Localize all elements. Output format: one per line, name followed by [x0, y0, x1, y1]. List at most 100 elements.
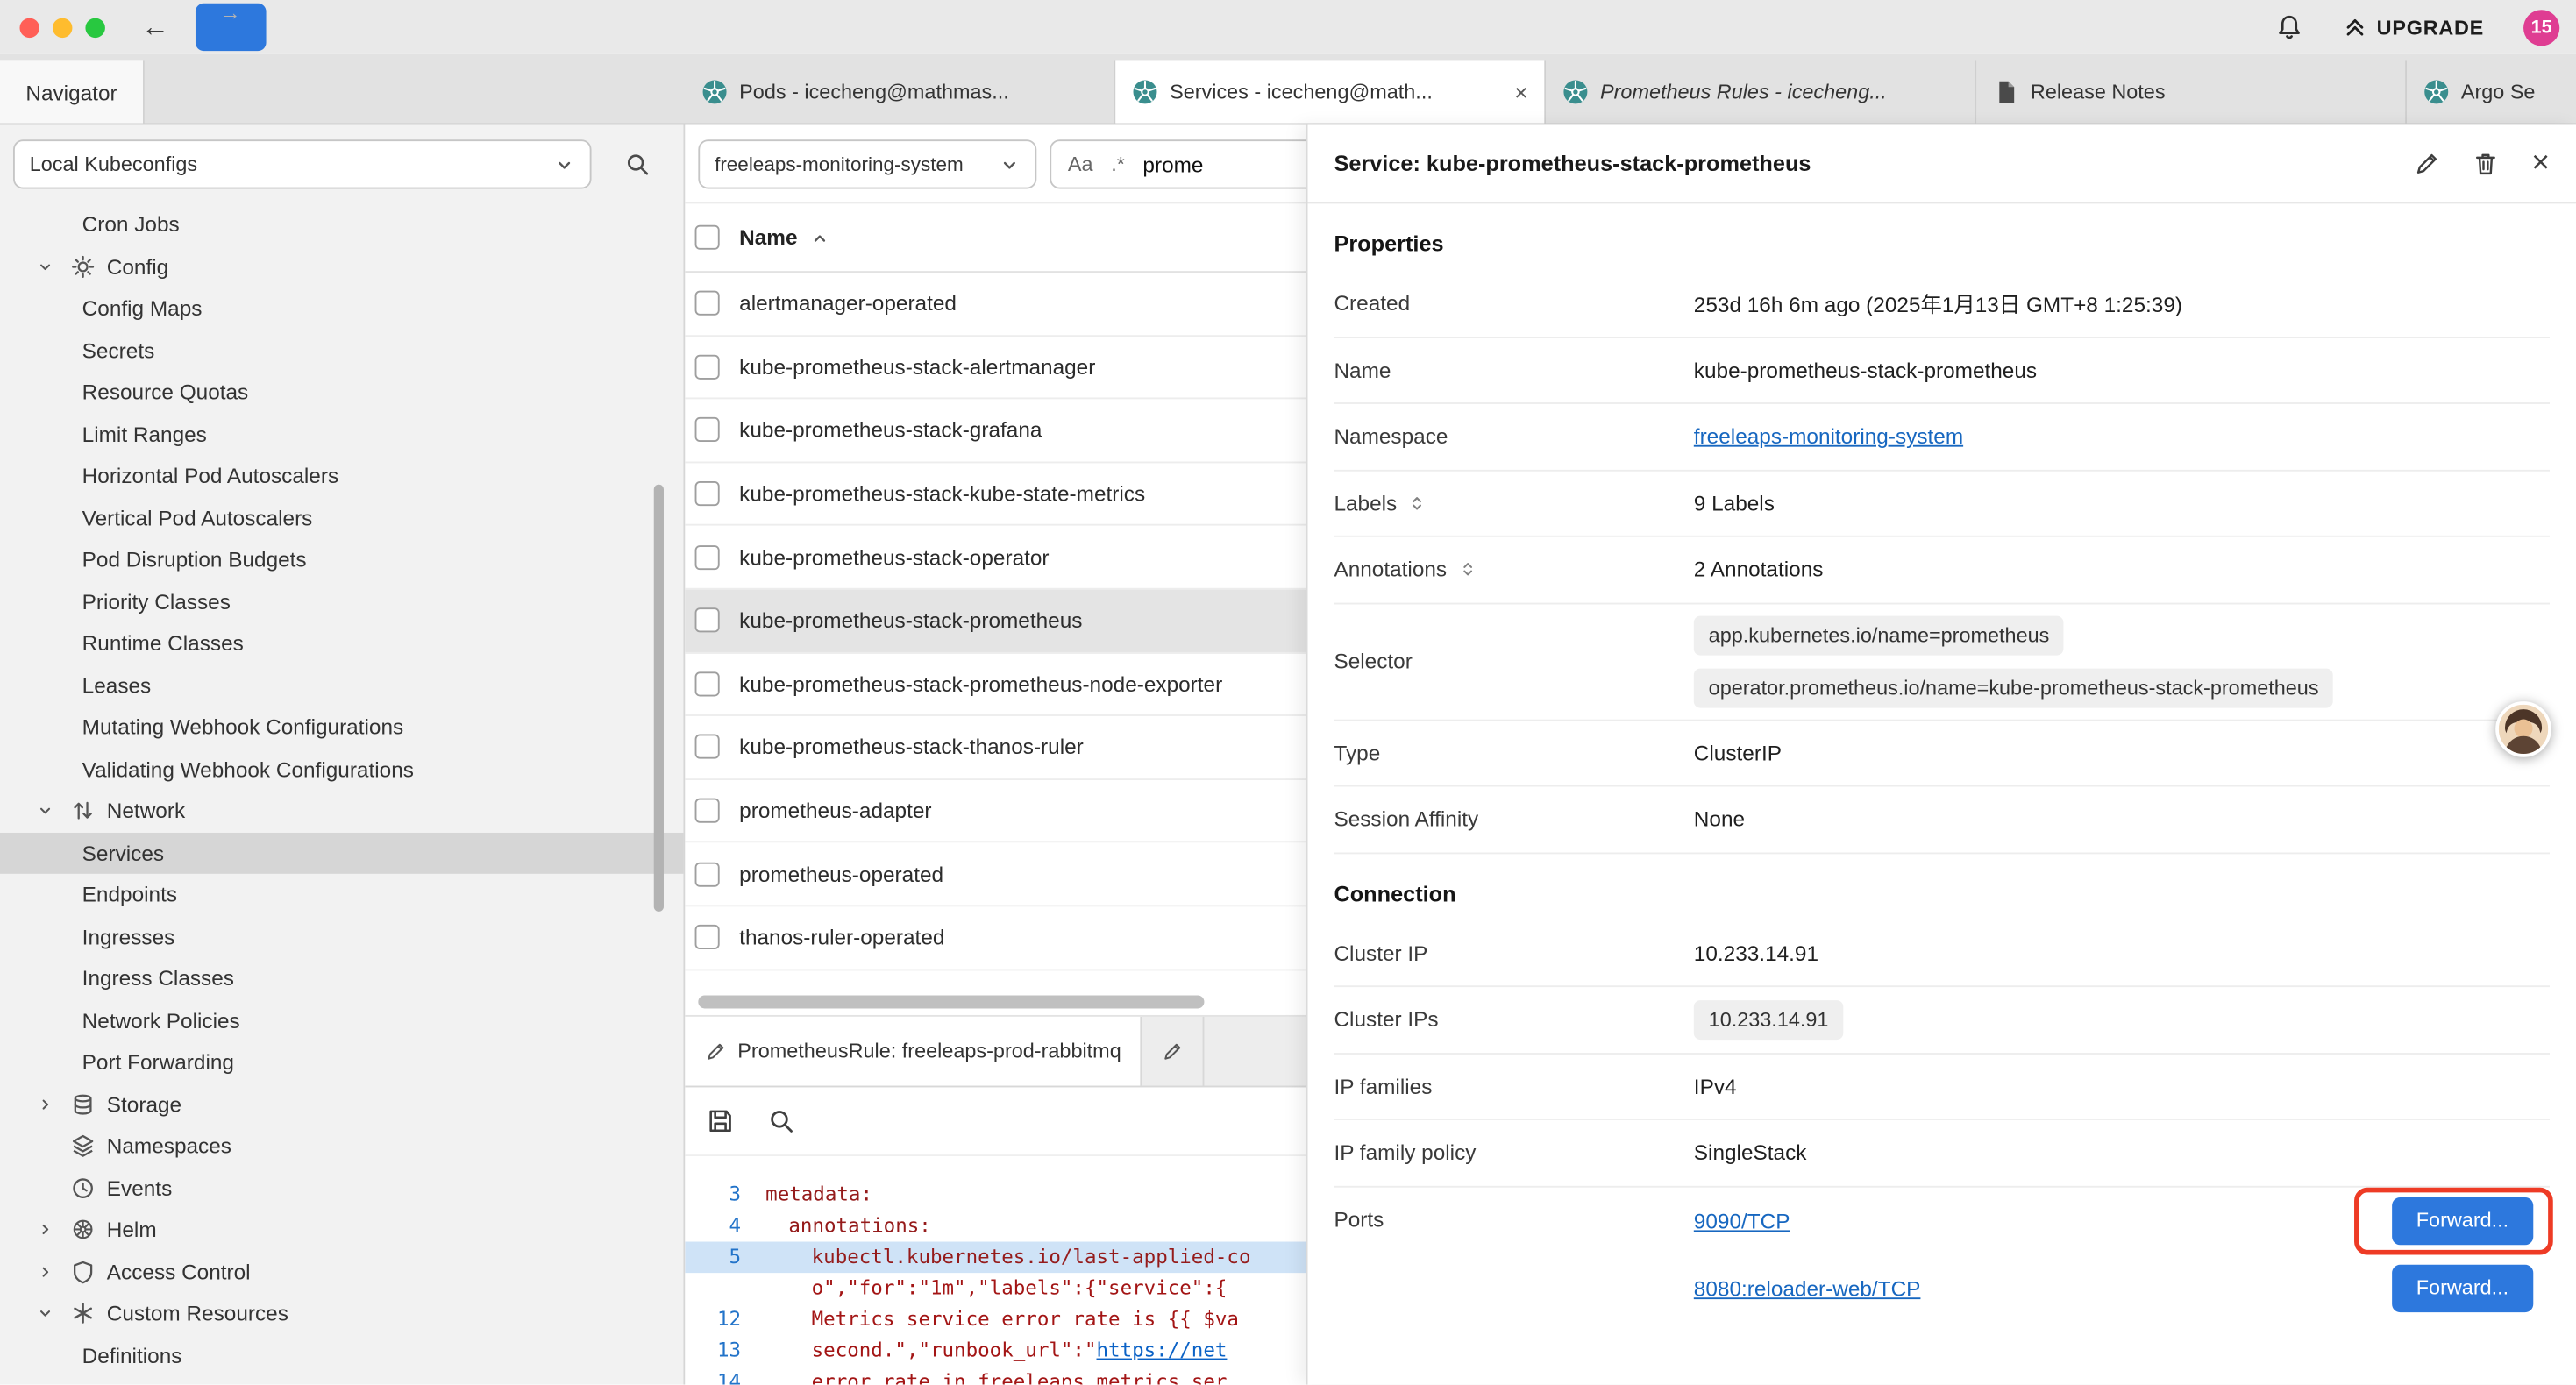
table-row-kube-prometheus-stack-thanos-ruler[interactable]: kube-prometheus-stack-thanos-ruler — [685, 716, 1306, 779]
tab-services-icecheng-math[interactable]: Services - icecheng@math...× — [1115, 60, 1546, 123]
tab-prometheus-rules-icecheng[interactable]: Prometheus Rules - icecheng... — [1546, 60, 1976, 123]
row-checkbox[interactable] — [695, 799, 720, 823]
sidebar-item-pod-disruption-budgets[interactable]: Pod Disruption Budgets — [0, 539, 683, 581]
sidebar-item-validating-webhook-configurations[interactable]: Validating Webhook Configurations — [0, 748, 683, 790]
back-button[interactable]: ← — [141, 13, 169, 41]
editor-line[interactable]: 13second.","runbook_url":"https://net — [685, 1335, 1306, 1367]
sidebar-item-vertical-pod-autoscalers[interactable]: Vertical Pod Autoscalers — [0, 497, 683, 539]
editor-tab-next[interactable] — [1142, 1017, 1205, 1086]
port-link[interactable]: 8080:reloader-web/TCP — [1694, 1275, 1921, 1300]
field-label[interactable]: Labels — [1334, 491, 1693, 515]
kubeconfig-selector[interactable]: Local Kubeconfigs — [13, 139, 592, 188]
editor-line[interactable]: 3metadata: — [685, 1179, 1306, 1211]
sidebar-item-namespaces[interactable]: Namespaces — [0, 1125, 683, 1167]
minimize-window-button[interactable] — [53, 18, 72, 37]
table-row-prometheus-operated[interactable]: prometheus-operated — [685, 843, 1306, 906]
row-checkbox[interactable] — [695, 862, 720, 886]
match-case-toggle[interactable]: Aa — [1068, 153, 1093, 175]
sidebar-item-access-control[interactable]: Access Control — [0, 1251, 683, 1293]
row-checkbox[interactable] — [695, 735, 720, 759]
close-detail-icon[interactable]: × — [2531, 148, 2550, 180]
forward-button[interactable]: → — [196, 4, 266, 51]
forward-button[interactable]: Forward... — [2392, 1197, 2534, 1244]
row-checkbox[interactable] — [695, 544, 720, 569]
editor-tab-prometheusrule[interactable]: PrometheusRule: freeleaps-prod-rabbitmq — [685, 1017, 1142, 1086]
sidebar-item-port-forwarding[interactable]: Port Forwarding — [0, 1041, 683, 1083]
row-checkbox[interactable] — [695, 925, 720, 949]
table-row-alertmanager-operated[interactable]: alertmanager-operated — [685, 273, 1306, 336]
sidebar-item-ingresses[interactable]: Ingresses — [0, 916, 683, 958]
port-link[interactable]: 9090/TCP — [1694, 1208, 1790, 1232]
notifications-bell-icon[interactable] — [2275, 13, 2303, 41]
table-row-thanos-ruler-operated[interactable]: thanos-ruler-operated — [685, 906, 1306, 970]
editor-line[interactable]: 4annotations: — [685, 1211, 1306, 1242]
sidebar-item-custom-resources[interactable]: Custom Resources — [0, 1293, 683, 1335]
sidebar-item-cron-jobs[interactable]: Cron Jobs — [0, 203, 683, 245]
close-tab-icon[interactable]: × — [1514, 79, 1527, 105]
sidebar-item-mutating-webhook-configurations[interactable]: Mutating Webhook Configurations — [0, 707, 683, 749]
notification-count-badge[interactable]: 15 — [2523, 9, 2559, 45]
editor-line[interactable]: 14error rate in freeleaps metrics ser — [685, 1367, 1306, 1385]
row-checkbox[interactable] — [695, 608, 720, 633]
editor-line[interactable]: o","for":"1m","labels":{"service":{ — [685, 1273, 1306, 1304]
row-checkbox[interactable] — [695, 418, 720, 443]
table-row-kube-prometheus-stack-operator[interactable]: kube-prometheus-stack-operator — [685, 526, 1306, 589]
tab-argo-se[interactable]: Argo Se — [2407, 60, 2576, 123]
sidebar-item-config[interactable]: Config — [0, 245, 683, 288]
sidebar-item-helm[interactable]: Helm — [0, 1209, 683, 1251]
sidebar-item-ingress-classes[interactable]: Ingress Classes — [0, 957, 683, 999]
sidebar-item-network[interactable]: Network — [0, 790, 683, 832]
field-label[interactable]: Annotations — [1334, 558, 1693, 582]
horizontal-scrollbar[interactable] — [685, 995, 1306, 1012]
table-row-prometheus-adapter[interactable]: prometheus-adapter — [685, 780, 1306, 843]
editor-search-icon[interactable] — [767, 1107, 795, 1135]
zoom-window-button[interactable] — [85, 18, 104, 37]
yaml-editor[interactable]: 3metadata:4annotations:5kubectl.kubernet… — [685, 1156, 1306, 1384]
sidebar-item-secrets[interactable]: Secrets — [0, 330, 683, 372]
upgrade-button[interactable]: UPGRADE — [2342, 15, 2484, 39]
sidebar-item-storage[interactable]: Storage — [0, 1083, 683, 1126]
table-row-kube-prometheus-stack-prometheus[interactable]: kube-prometheus-stack-prometheus — [685, 590, 1306, 653]
resource-search-input[interactable]: Aa .* prome — [1050, 139, 1306, 188]
sidebar-scrollbar[interactable] — [654, 485, 664, 912]
sidebar-item-events[interactable]: Events — [0, 1167, 683, 1209]
namespace-link[interactable]: freeleaps-monitoring-system — [1694, 424, 1963, 449]
sidebar-item-priority-classes[interactable]: Priority Classes — [0, 580, 683, 622]
sidebar-item-definitions[interactable]: Definitions — [0, 1334, 683, 1376]
delete-icon[interactable] — [2473, 150, 2499, 176]
editor-line[interactable]: 12Metrics service error rate is {{ $va — [685, 1304, 1306, 1336]
name-column-header[interactable]: Name — [739, 225, 797, 250]
sidebar-search-icon[interactable] — [624, 151, 651, 177]
row-checkbox[interactable] — [695, 671, 720, 696]
row-checkbox[interactable] — [695, 291, 720, 316]
namespace-filter[interactable]: freeleaps-monitoring-system — [698, 139, 1036, 188]
sidebar-item-resource-quotas[interactable]: Resource Quotas — [0, 371, 683, 413]
edit-icon[interactable] — [2413, 150, 2439, 176]
close-window-button[interactable] — [19, 18, 39, 37]
table-row-kube-prometheus-stack-grafana[interactable]: kube-prometheus-stack-grafana — [685, 400, 1306, 463]
navigator-panel-tab[interactable]: Navigator — [0, 60, 145, 123]
sidebar-item-runtime-classes[interactable]: Runtime Classes — [0, 622, 683, 664]
forward-button[interactable]: Forward... — [2392, 1264, 2534, 1311]
table-row-kube-prometheus-stack-alertmanager[interactable]: kube-prometheus-stack-alertmanager — [685, 336, 1306, 399]
row-checkbox[interactable] — [695, 481, 720, 506]
sidebar-item-services[interactable]: Services — [0, 832, 683, 874]
sidebar-item-endpoints[interactable]: Endpoints — [0, 874, 683, 916]
tab-release-notes[interactable]: Release Notes — [1976, 60, 2407, 123]
row-checkbox[interactable] — [695, 355, 720, 380]
sidebar-item-limit-ranges[interactable]: Limit Ranges — [0, 413, 683, 455]
sidebar-item-horizontal-pod-autoscalers[interactable]: Horizontal Pod Autoscalers — [0, 455, 683, 497]
code-text: o","for":"1m","labels":{"service":{ — [765, 1273, 1227, 1304]
regex-toggle[interactable]: .* — [1111, 153, 1125, 175]
editor-line[interactable]: 5kubectl.kubernetes.io/last-applied-co — [685, 1242, 1306, 1274]
sidebar-item-config-maps[interactable]: Config Maps — [0, 288, 683, 330]
assistant-avatar[interactable] — [2495, 701, 2551, 757]
select-all-checkbox[interactable] — [695, 225, 720, 250]
table-row-kube-prometheus-stack-kube-state-metrics[interactable]: kube-prometheus-stack-kube-state-metrics — [685, 463, 1306, 526]
table-row-kube-prometheus-stack-prometheus-node-exporter[interactable]: kube-prometheus-stack-prometheus-node-ex… — [685, 653, 1306, 716]
save-icon[interactable] — [707, 1107, 735, 1135]
sidebar-item-leases[interactable]: Leases — [0, 664, 683, 707]
tab-pods-icecheng-mathmas[interactable]: Pods - icecheng@mathmas... — [685, 60, 1115, 123]
sidebar-item-network-policies[interactable]: Network Policies — [0, 999, 683, 1041]
scrollbar-thumb[interactable] — [698, 995, 1204, 1008]
